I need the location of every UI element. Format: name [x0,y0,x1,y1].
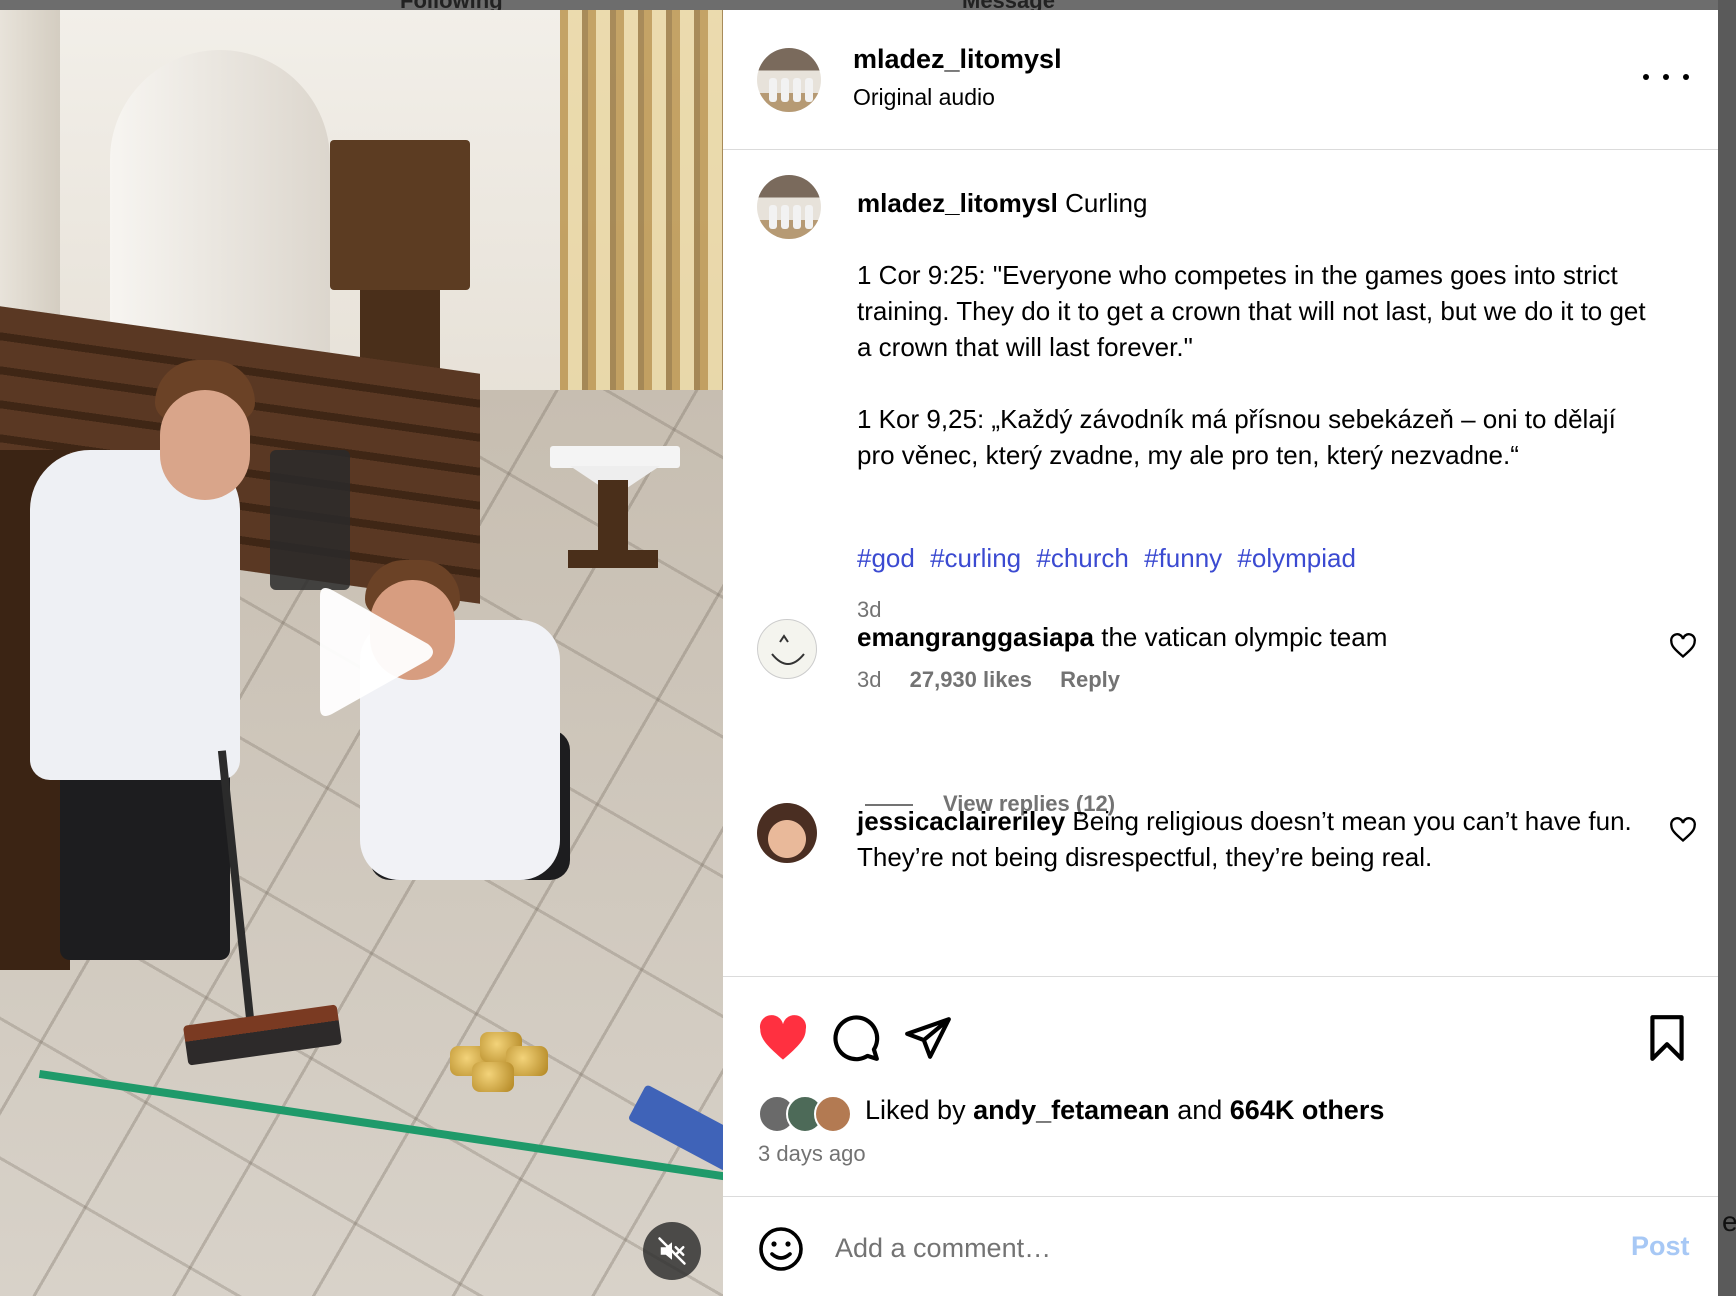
post-header: mladez_litomysl Original audio [723,10,1718,150]
altar-decoration [560,10,723,430]
reply-button[interactable]: Reply [1060,667,1120,692]
comment-likes[interactable]: 27,930 likes [910,667,1032,692]
comment-meta: 3d 27,930 likes Reply [857,667,1142,693]
more-horizontal-icon[interactable] [1643,62,1689,92]
background-edge-glyph: e [1722,1206,1736,1237]
author-avatar[interactable] [757,48,821,112]
audio-label[interactable]: Original audio [853,84,995,111]
bg-following-label: Following [400,0,503,10]
liker-avatar [814,1095,852,1133]
commenter-avatar[interactable] [757,803,817,863]
author-username[interactable]: mladez_litomysl [853,44,1062,75]
hashtag-link[interactable]: #curling [930,543,1021,573]
comment-input[interactable] [835,1225,1535,1271]
liked-by-others[interactable]: 664K others [1230,1095,1385,1125]
liked-by-avatars[interactable] [758,1095,858,1135]
commenter-avatar[interactable] [757,619,817,679]
caption-avatar[interactable] [757,175,821,239]
curling-bells [450,1032,550,1092]
pulpit [330,140,470,290]
heart-outline-icon[interactable] [1669,817,1697,843]
comment-text: the vatican olympic team [1101,622,1388,652]
liked-by-user[interactable]: andy_fetamean [973,1095,1170,1125]
chair [270,450,350,590]
post-date[interactable]: 3 days ago [758,1141,866,1167]
post-caption: mladez_litomysl Curling 1 Cor 9:25: "Eve… [857,185,1657,473]
comment-composer: Post [723,1196,1718,1296]
comment-time[interactable]: 3d [857,667,881,692]
liked-by-text: Liked by andy_fetamean and 664K others [865,1095,1385,1125]
hashtags: #god #curling #church #funny #olympiad [857,543,1364,574]
play-icon[interactable] [300,582,440,722]
caption-title: Curling [1065,188,1148,218]
heart-filled-icon[interactable] [757,1013,809,1063]
emoji-icon[interactable] [757,1225,805,1273]
background-page-strip: Following Message [0,0,1736,10]
comment-icon[interactable] [831,1013,883,1063]
caption-paragraph-english: 1 Cor 9:25: "Everyone who competes in th… [857,260,1646,362]
hashtag-link[interactable]: #olympiad [1237,543,1356,573]
speaker-muted-icon[interactable] [643,1222,701,1280]
post-actions: Liked by andy_fetamean and 664K others 3… [723,976,1718,1196]
heart-outline-icon[interactable] [1669,633,1697,659]
bookmark-icon[interactable] [1645,1013,1697,1063]
hashtag-link[interactable]: #funny [1144,543,1222,573]
comment-username[interactable]: emangranggasiapa [857,622,1094,652]
video-player[interactable] [0,10,723,1296]
hashtag-link[interactable]: #god [857,543,915,573]
comments-scroll-area[interactable]: mladez_litomysl Curling 1 Cor 9:25: "Eve… [723,151,1718,976]
post-panel: mladez_litomysl Original audio mladez_li… [723,10,1718,1296]
caption-paragraph-czech: 1 Kor 9,25: „Každý závodník má přísnou s… [857,404,1616,470]
bg-message-label: Message [962,0,1055,10]
side-table [550,446,680,468]
share-icon[interactable] [903,1013,955,1063]
comment-username[interactable]: jessicaclaireriley [857,806,1065,836]
hashtag-link[interactable]: #church [1036,543,1129,573]
caption-username[interactable]: mladez_litomysl [857,188,1058,218]
post-comment-button[interactable]: Post [1631,1231,1690,1262]
background-page-edge [1718,0,1736,1296]
